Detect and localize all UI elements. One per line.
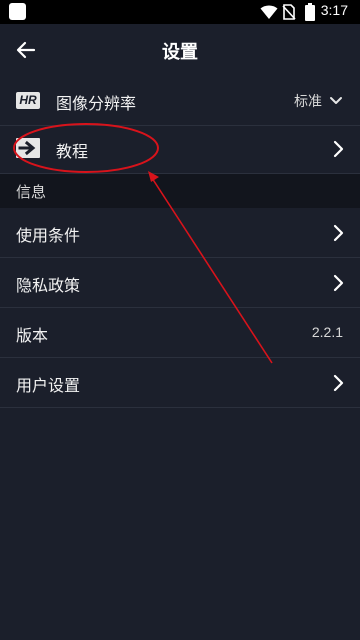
no-sim-icon xyxy=(282,4,296,20)
hr-icon: HR xyxy=(16,92,40,109)
battery-icon xyxy=(305,3,315,21)
privacy-policy-label: 隐私政策 xyxy=(16,276,81,295)
chevron-right-icon xyxy=(333,140,344,158)
tutorial-row[interactable]: 教程 xyxy=(0,124,360,174)
terms-of-use-row[interactable]: 使用条件 xyxy=(0,208,360,258)
app-square-icon xyxy=(9,3,26,20)
info-section-label: 信息 xyxy=(16,183,47,201)
info-section-header: 信息 xyxy=(0,174,360,208)
wifi-icon xyxy=(260,5,278,19)
page-title: 设置 xyxy=(162,42,198,63)
chevron-down-icon[interactable] xyxy=(329,95,343,107)
status-bar: 3:17 xyxy=(0,0,360,24)
user-settings-label: 用户设置 xyxy=(16,376,81,395)
tutorial-label: 教程 xyxy=(56,142,89,161)
chevron-right-icon xyxy=(333,374,344,392)
image-resolution-value[interactable]: 标准 xyxy=(294,91,322,111)
chevron-right-icon xyxy=(333,224,344,242)
version-row: 版本 2.2.1 xyxy=(0,308,360,358)
app-bar: 设置 xyxy=(0,24,360,76)
user-settings-row[interactable]: 用户设置 xyxy=(0,358,360,408)
privacy-policy-row[interactable]: 隐私政策 xyxy=(0,258,360,308)
settings-screen: 3:17 设置 HR 图像分辨率 标准 教程 信息 使用条件 隐私政策 版本 2… xyxy=(0,0,360,640)
arrow-right-box-icon xyxy=(16,138,40,158)
chevron-right-icon xyxy=(333,274,344,292)
image-resolution-label: 图像分辨率 xyxy=(56,94,137,113)
version-label: 版本 xyxy=(16,326,49,345)
version-value: 2.2.1 xyxy=(311,324,343,340)
status-time: 3:17 xyxy=(320,2,348,18)
terms-of-use-label: 使用条件 xyxy=(16,226,81,245)
image-resolution-row[interactable]: HR 图像分辨率 标准 xyxy=(0,76,360,126)
